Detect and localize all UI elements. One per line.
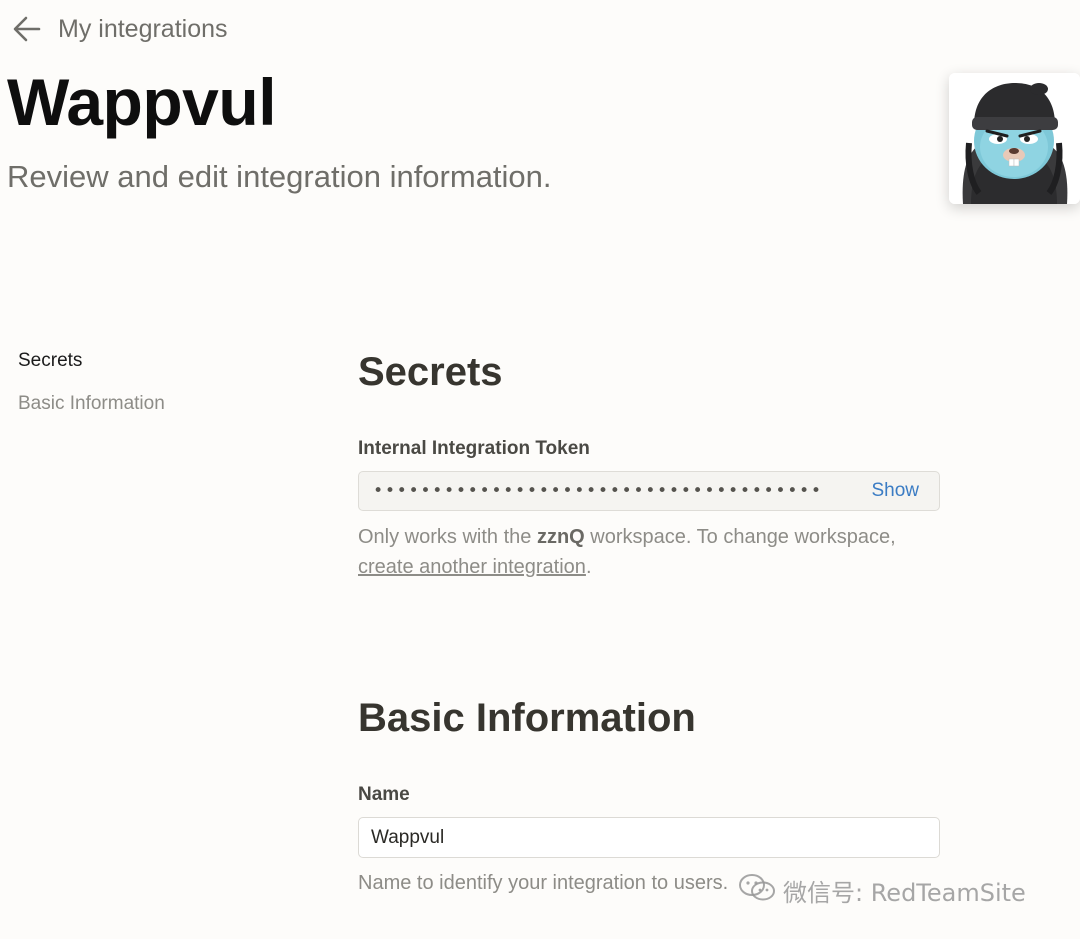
token-field[interactable]: •••••••••••••••••••••••••••••••••••••• S… [358, 471, 940, 511]
workspace-name: zznQ [536, 526, 585, 548]
section-nav: Secrets Basic Information [18, 350, 278, 436]
token-masked-value: •••••••••••••••••••••••••••••••••••••• [373, 481, 823, 501]
wechat-icon [737, 872, 777, 908]
gopher-avatar-icon [949, 73, 1080, 204]
back-to-integrations-link[interactable]: My integrations [10, 10, 228, 48]
page-title: Wappvul [7, 65, 277, 139]
create-integration-link[interactable]: create another integration [358, 556, 586, 578]
secrets-heading: Secrets [358, 350, 503, 394]
name-input[interactable] [358, 817, 940, 858]
token-help-prefix: Only works with the [358, 526, 537, 548]
watermark: 微信号: RedTeamSite [737, 872, 1026, 908]
nav-item-basic-information[interactable]: Basic Information [18, 393, 278, 416]
token-label: Internal Integration Token [358, 438, 590, 459]
watermark-text: 微信号: RedTeamSite [783, 878, 1026, 907]
token-help-text: Only works with the zznQ workspace. To c… [358, 522, 938, 582]
token-help-suffix: . [585, 556, 592, 578]
basic-information-heading: Basic Information [358, 696, 696, 740]
arrow-left-icon [10, 12, 44, 46]
token-help-middle: workspace. To change workspace, [584, 526, 896, 548]
name-label: Name [358, 784, 410, 805]
show-token-button[interactable]: Show [871, 480, 919, 502]
page-subtitle: Review and edit integration information. [7, 159, 552, 194]
back-link-label: My integrations [58, 14, 228, 43]
nav-item-secrets[interactable]: Secrets [18, 350, 278, 373]
integration-avatar[interactable] [949, 73, 1080, 204]
